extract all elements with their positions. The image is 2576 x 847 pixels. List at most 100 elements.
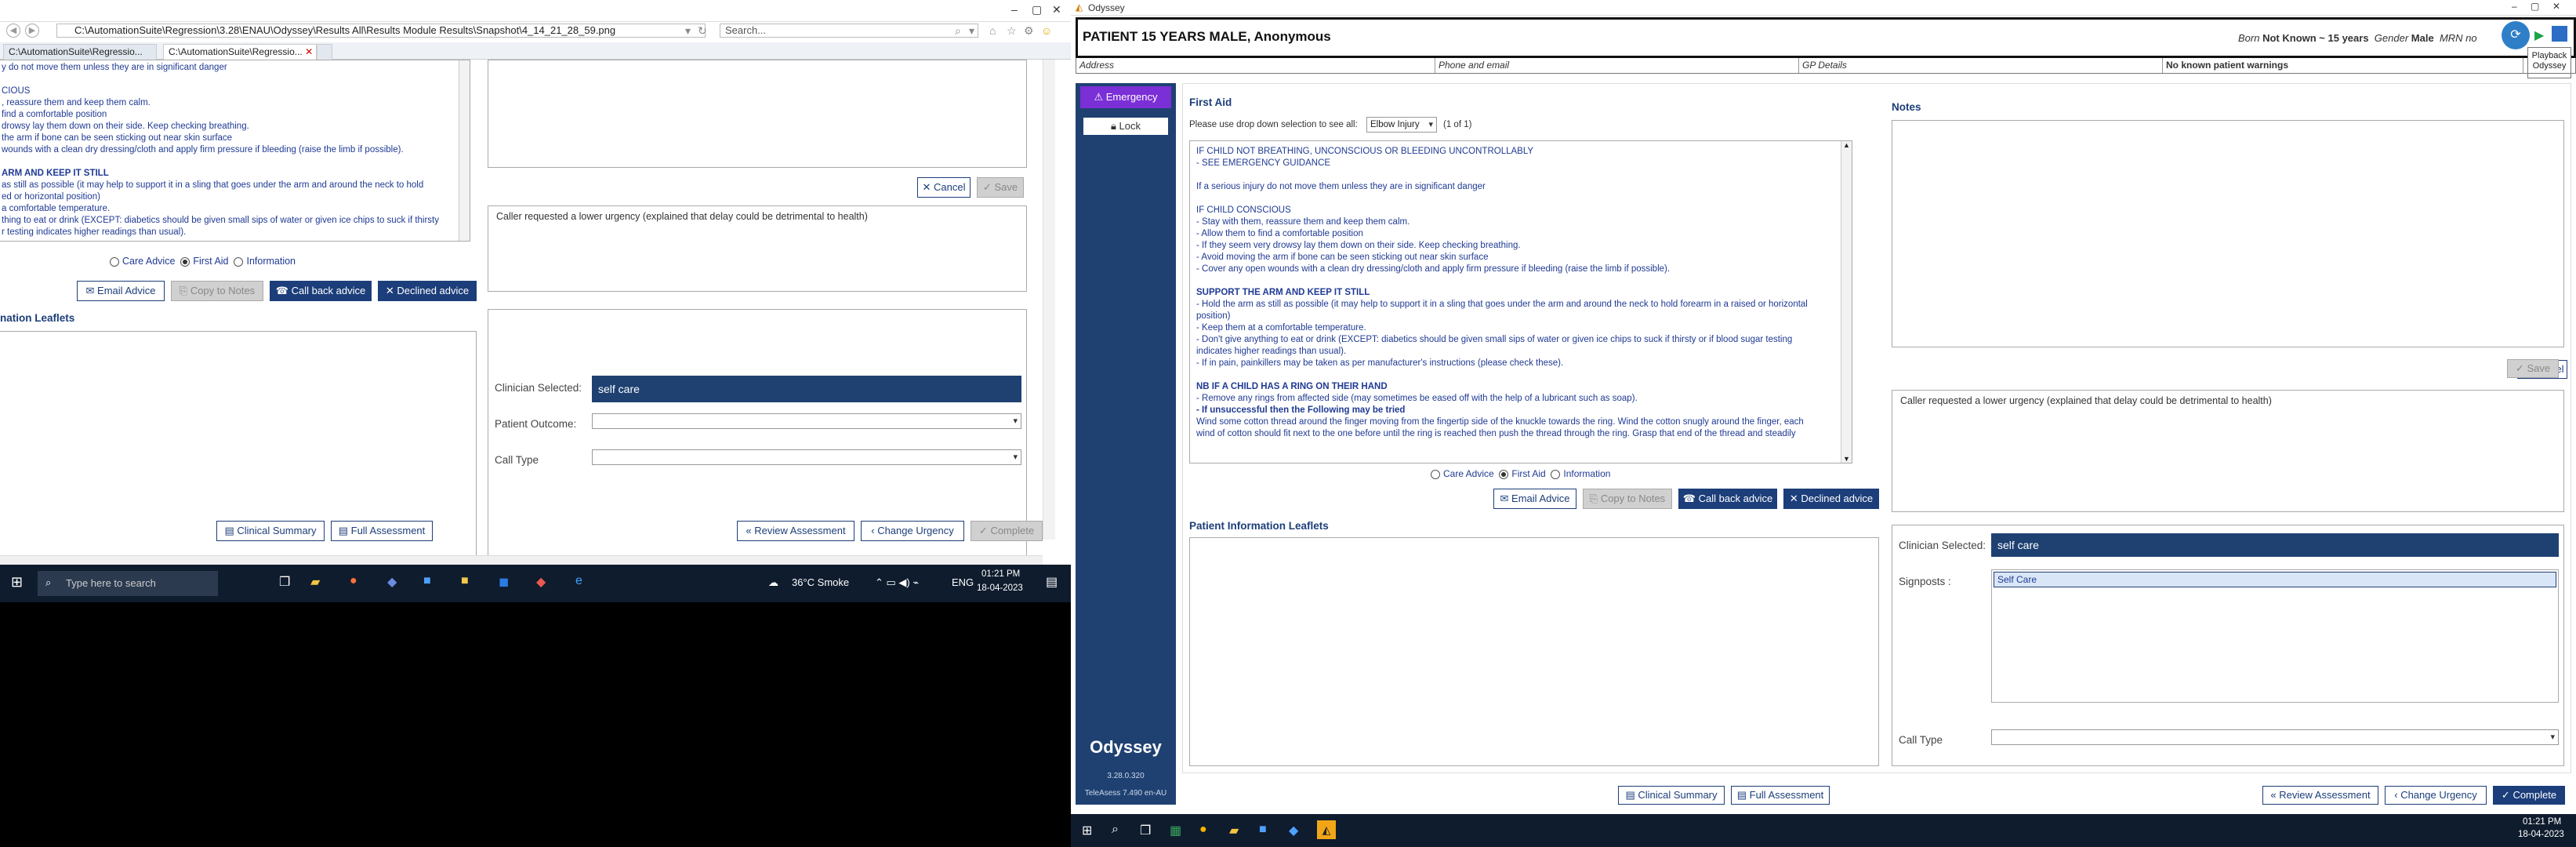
app-icon[interactable]: ■ [1259, 823, 1267, 837]
patient-outcome-dropdown[interactable] [592, 413, 1021, 429]
ie-tab-active[interactable]: C:\AutomationSuite\Regressio... ✕ [163, 44, 317, 60]
star-icon[interactable]: ☆ [1007, 24, 1017, 38]
first-aid-line [1196, 275, 1834, 287]
search-input[interactable]: Search... [720, 24, 978, 38]
radio-care-advice[interactable] [1431, 469, 1440, 479]
radio-care-advice[interactable] [110, 256, 119, 267]
review-assessment-button[interactable]: « Review Assessment [737, 521, 854, 541]
search-icon[interactable]: ⌕ [1112, 823, 1119, 837]
file-explorer-icon[interactable]: ▰ [310, 574, 320, 590]
playback-icon[interactable]: ⟳ [2502, 21, 2530, 49]
ie-tab[interactable]: C:\AutomationSuite\Regressio... [3, 44, 157, 60]
leaflets-title: nation Leaflets [0, 312, 75, 324]
full-assessment-button[interactable]: ▤ Full Assessment [1731, 786, 1830, 805]
signposts-list[interactable]: Self Care [1991, 569, 2559, 703]
back-icon[interactable]: ◀ [6, 24, 20, 38]
change-urgency-button[interactable]: ‹ Change Urgency [861, 521, 964, 541]
first-aid-topic-dropdown[interactable]: Elbow Injury [1366, 117, 1437, 133]
close-icon[interactable]: ✕ [1052, 3, 1061, 16]
minimize-icon[interactable]: – [2512, 1, 2517, 12]
scrollbar[interactable]: ▲ ▼ [1841, 141, 1852, 463]
clinical-summary-button[interactable]: ▤ Clinical Summary [1618, 786, 1725, 805]
forward-icon[interactable]: ▶ [25, 24, 39, 38]
signpost-item[interactable]: Self Care [1994, 572, 2556, 587]
first-aid-title: First Aid [1189, 96, 1232, 108]
notes-panel[interactable] [488, 60, 1027, 168]
new-tab-button[interactable] [317, 44, 332, 60]
call-type-dropdown[interactable] [1991, 729, 2559, 745]
lock-button[interactable]: 🔒︎ Lock [1083, 118, 1168, 135]
cancel-button[interactable]: ✕ Cancel [917, 177, 971, 198]
clock-time: 01:21 PM [2523, 817, 2562, 827]
app-icon[interactable]: ◆ [536, 574, 546, 590]
radio-label: Care Advice [122, 256, 176, 267]
maximize-icon[interactable]: ▢ [2531, 1, 2539, 12]
clinician-selected-value[interactable]: self care [1991, 533, 2559, 557]
save-button[interactable]: ✓ Save [977, 177, 1024, 198]
notification-icon[interactable]: ▤ [1046, 574, 1058, 590]
chrome-icon[interactable]: ● [1199, 823, 1207, 837]
tab-label: C:\AutomationSuite\Regressio... [9, 46, 143, 57]
radio-first-aid[interactable] [180, 256, 190, 267]
copy-to-notes-button[interactable]: ⎘ Copy to Notes [1583, 489, 1672, 509]
stop-icon[interactable] [2552, 26, 2567, 42]
app-icon[interactable]: ◆ [1289, 823, 1298, 838]
radio-information[interactable] [234, 256, 244, 267]
language-indicator[interactable]: ENG [952, 576, 974, 588]
tray-icons[interactable]: ⌃ ▭ ◀) ⌁ [875, 576, 919, 589]
complete-button[interactable]: ✓ Complete [2493, 786, 2565, 805]
app-icon[interactable]: ■ [423, 574, 431, 588]
call-type-dropdown[interactable] [592, 449, 1021, 465]
play-icon[interactable]: ▶ [2534, 27, 2544, 43]
clinician-selected-value[interactable]: self care [592, 376, 1021, 402]
search-icon[interactable]: ⌕ [955, 24, 961, 38]
scrollbar[interactable] [459, 60, 470, 241]
clinical-summary-button[interactable]: ▤ Clinical Summary [216, 521, 325, 541]
smiley-icon[interactable]: ☺ [1041, 24, 1052, 37]
odyssey-taskbar-icon[interactable]: ◭ [1317, 820, 1336, 839]
save-button[interactable]: ✓ Save [2507, 359, 2559, 378]
task-view-icon[interactable]: ❐ [279, 574, 290, 590]
radio-first-aid[interactable] [1499, 469, 1509, 479]
call-back-advice-button[interactable]: ☎ Call back advice [270, 281, 372, 301]
emergency-button[interactable]: ⚠ Emergency [1080, 86, 1171, 108]
scroll-down-icon[interactable]: ▼ [1843, 455, 1850, 463]
dropdown-icon[interactable]: ▾ [969, 24, 974, 38]
declined-advice-button[interactable]: ✕ Declined advice [378, 281, 477, 301]
full-assessment-button[interactable]: ▤ Full Assessment [331, 521, 433, 541]
close-icon[interactable]: ✕ [2552, 1, 2560, 12]
home-icon[interactable]: ⌂ [989, 24, 996, 37]
sticky-notes-icon[interactable]: ■ [461, 574, 469, 588]
task-view-icon[interactable]: ❐ [1140, 823, 1151, 838]
maximize-icon[interactable]: ▢ [1032, 3, 1042, 16]
email-advice-button[interactable]: ✉ Email Advice [77, 281, 165, 301]
radio-information[interactable] [1551, 469, 1561, 479]
complete-button[interactable]: ✓ Complete [971, 521, 1043, 541]
ie-icon[interactable]: e [575, 574, 582, 588]
excel-icon[interactable]: ▦ [1170, 823, 1181, 838]
refresh-icon[interactable]: ↻ [698, 24, 707, 38]
horizontal-scrollbar[interactable] [0, 555, 1043, 565]
teams-icon[interactable]: ◆ [387, 574, 397, 590]
minimize-icon[interactable]: – [1011, 3, 1018, 16]
call-back-advice-button[interactable]: ☎ Call back advice [1678, 489, 1777, 509]
notes-input[interactable] [1892, 120, 2564, 347]
review-assessment-button[interactable]: « Review Assessment [2262, 786, 2378, 805]
gear-icon[interactable]: ⚙ [1024, 24, 1034, 38]
close-tab-icon[interactable]: ✕ [305, 46, 313, 57]
windows-start-icon[interactable]: ⊞ [1082, 823, 1092, 838]
radio-label: Information [246, 256, 296, 267]
firefox-icon[interactable]: ● [350, 574, 357, 588]
declined-advice-button[interactable]: ✕ Declined advice [1783, 489, 1879, 509]
taskbar-search-input[interactable]: ⌕ Type here to search [38, 571, 218, 596]
file-explorer-icon[interactable]: ▰ [1229, 823, 1239, 838]
dropdown-icon[interactable]: ▾ [685, 24, 691, 38]
copy-to-notes-button[interactable]: ⎘ Copy to Notes [171, 281, 263, 301]
change-urgency-button[interactable]: ‹ Change Urgency [2385, 786, 2487, 805]
address-input[interactable]: C:\AutomationSuite\Regression\3.28\ENAU\… [56, 24, 706, 38]
vertical-scrollbar[interactable] [1043, 60, 1055, 540]
email-advice-button[interactable]: ✉ Email Advice [1493, 489, 1576, 509]
scroll-up-icon[interactable]: ▲ [1843, 141, 1850, 149]
outlook-icon[interactable]: ◼ [499, 574, 509, 590]
windows-start-icon[interactable]: ⊞ [11, 574, 23, 591]
